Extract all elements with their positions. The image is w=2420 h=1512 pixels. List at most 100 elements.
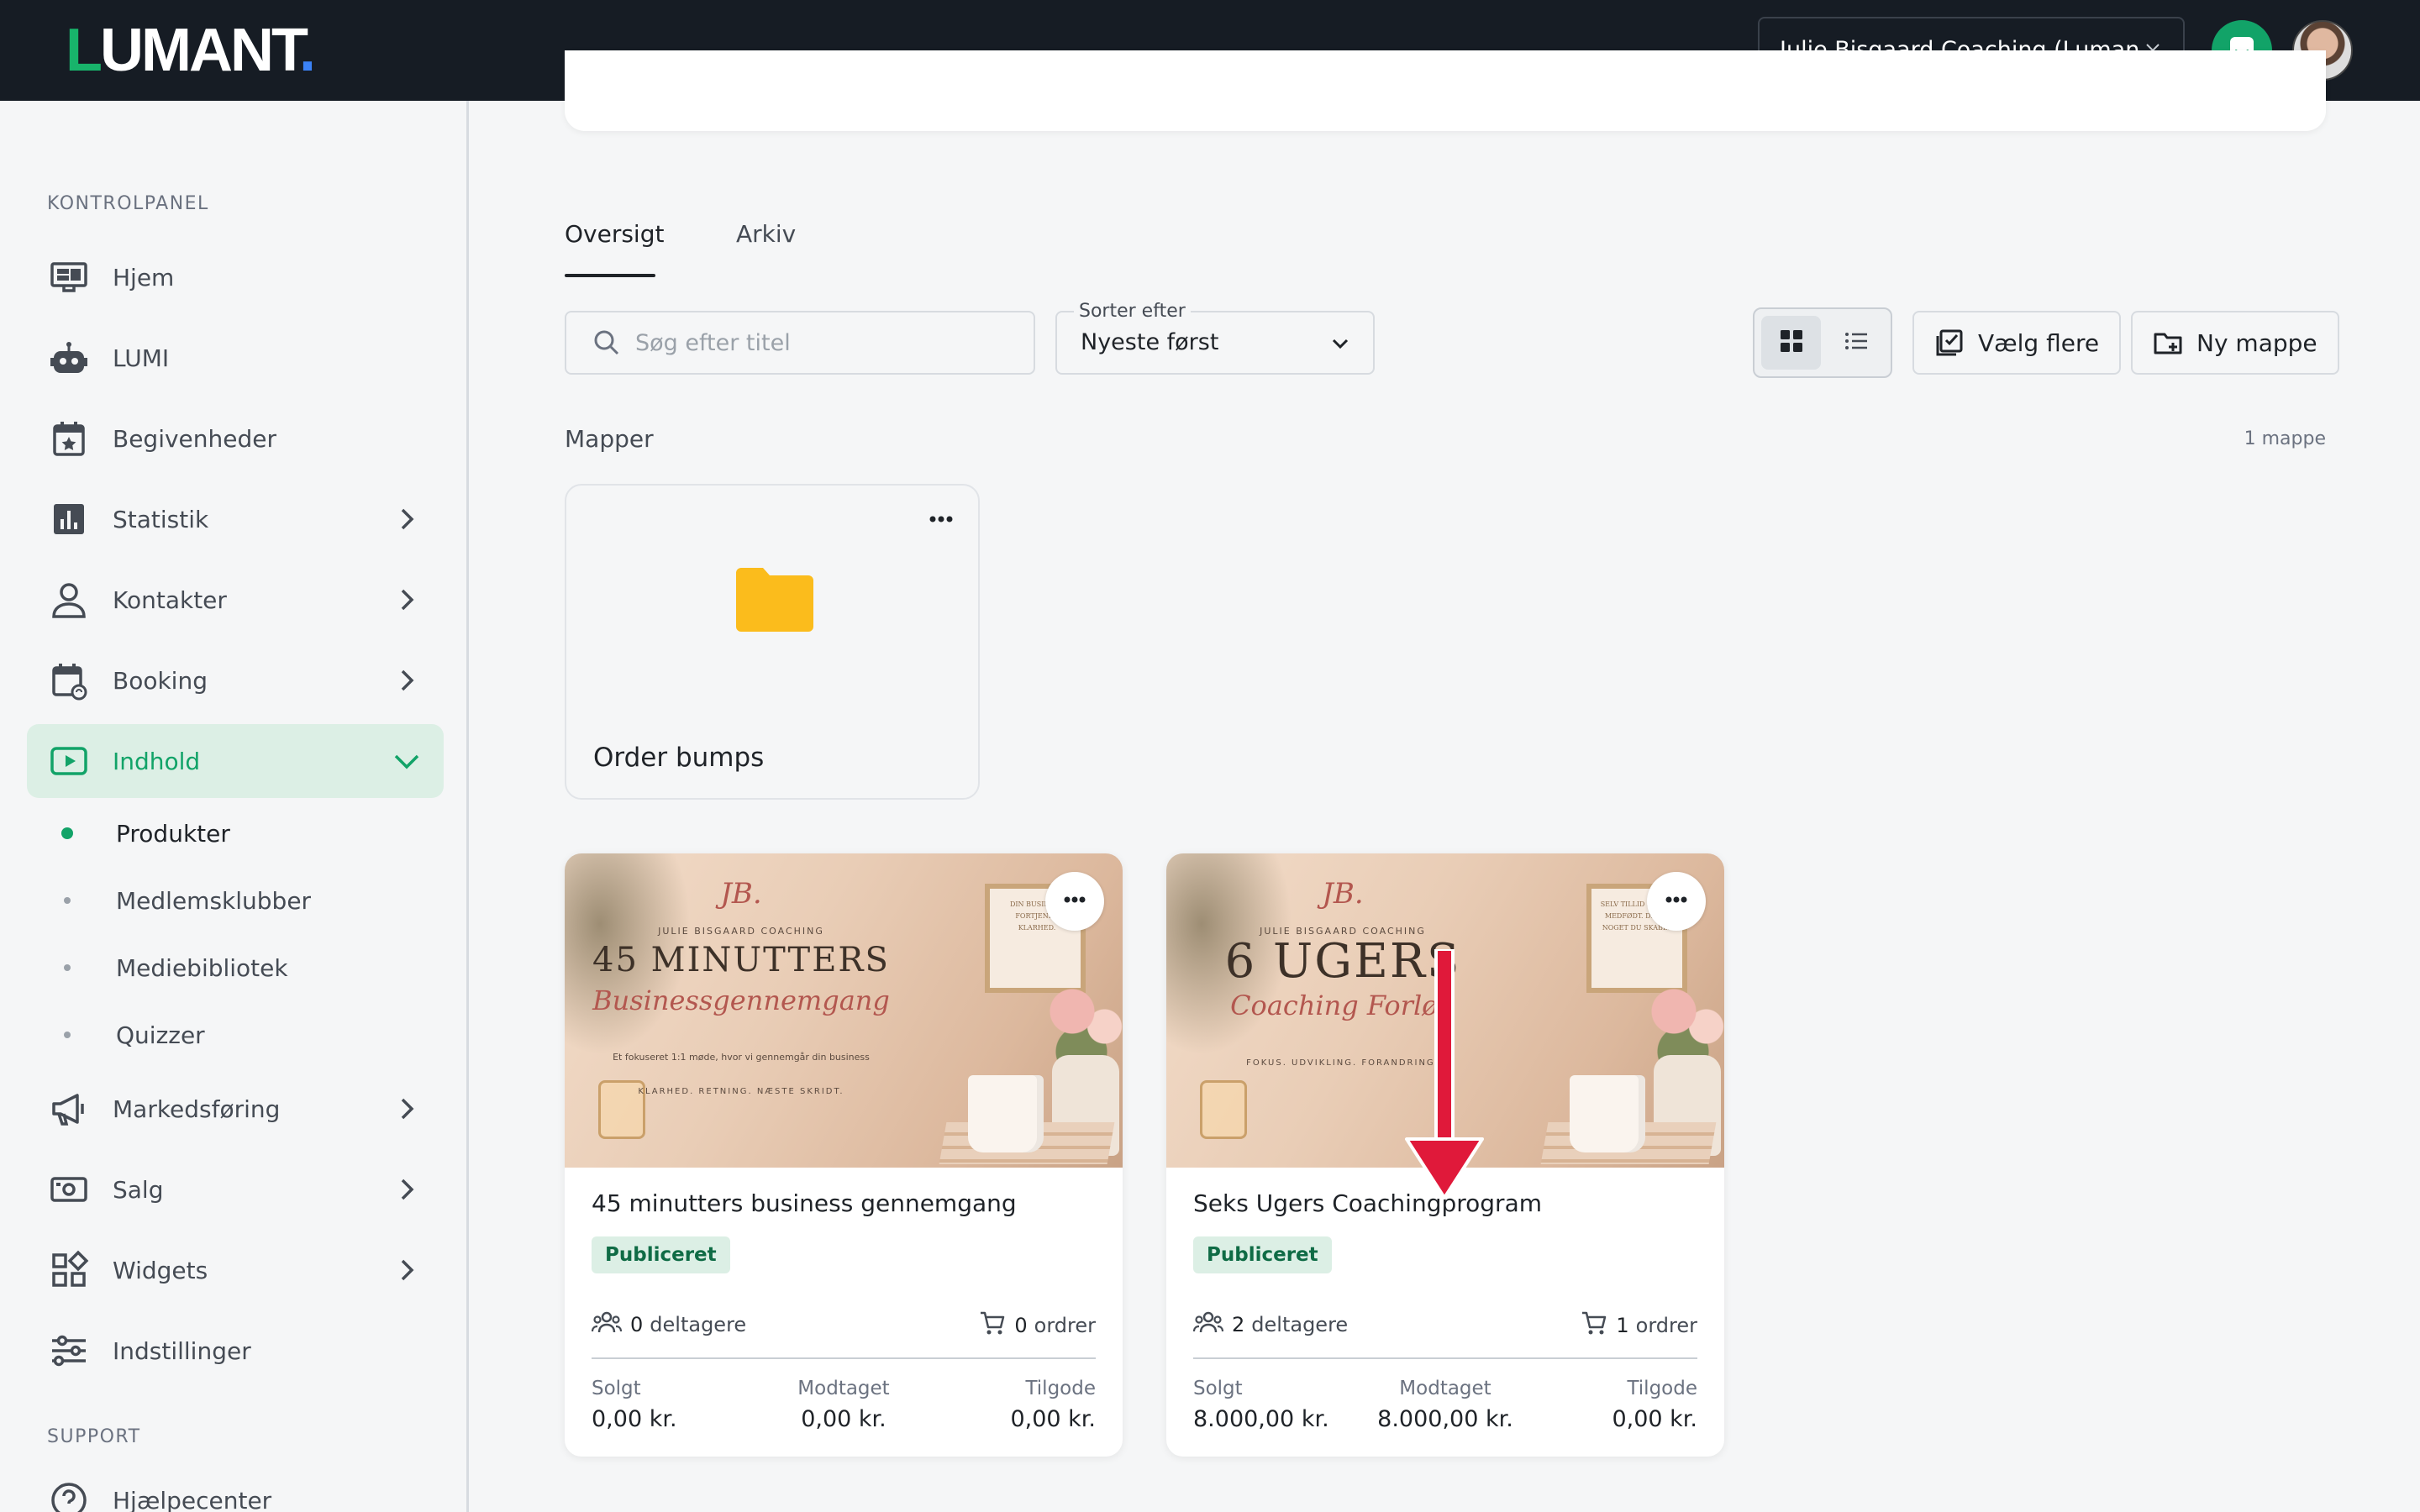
stats-card-partial <box>565 50 2326 131</box>
thumb-headline: 45 MINUTTERS <box>592 941 890 979</box>
sidebar-item-indstillinger[interactable]: Indstillinger <box>27 1314 444 1388</box>
sidebar-subitem-label: Mediebibliotek <box>116 953 288 982</box>
participants-stat: 2 deltagere <box>1192 1310 1349 1339</box>
sidebar-item-lumi[interactable]: LUMI <box>27 321 444 395</box>
sidebar-item-markedsforing[interactable]: Markedsføring <box>27 1072 444 1146</box>
chevron-right-icon <box>390 664 424 697</box>
active-bullet <box>61 827 73 839</box>
cart-icon <box>1581 1310 1607 1341</box>
grid-icon <box>1778 328 1805 358</box>
sidebar-item-salg[interactable]: Salg <box>27 1152 444 1226</box>
sidebar-item-label: Hjælpecenter <box>113 1486 272 1512</box>
new-folder-label: Ny mappe <box>2196 328 2317 357</box>
sliders-icon <box>45 1327 92 1374</box>
sidebar-item-booking[interactable]: Booking <box>27 643 444 717</box>
more-options-button[interactable] <box>1045 872 1104 931</box>
list-icon <box>1843 328 1870 358</box>
sidebar-item-label: Hjem <box>113 263 175 291</box>
product-title[interactable]: 45 minutters business gennemgang <box>592 1189 1017 1217</box>
received-value: 8.000,00 kr. <box>1377 1406 1513 1432</box>
sold-stat: Solgt 8.000,00 kr. <box>1193 1378 1329 1432</box>
sidebar-item-widgets[interactable]: Widgets <box>27 1233 444 1307</box>
sidebar-subitem-medlemsklubber[interactable]: Medlemsklubber <box>27 875 444 926</box>
thumb-tagline: Et fokuseret 1:1 møde, hvor vi gennemgår… <box>613 1052 870 1063</box>
users-icon <box>591 1310 623 1339</box>
product-title[interactable]: Seks Ugers Coachingprogram <box>1193 1189 1542 1217</box>
sidebar-item-begivenheder[interactable]: Begivenheder <box>27 402 444 475</box>
participants-count: 0 <box>630 1313 644 1336</box>
folder-icon <box>734 566 815 637</box>
participants-count: 2 <box>1232 1313 1245 1336</box>
search-box[interactable] <box>565 311 1035 375</box>
sidebar-item-indhold[interactable]: Indhold <box>27 724 444 798</box>
product-card[interactable]: JB. JULIE BISGAARD COACHING 45 MINUTTERS… <box>565 853 1123 1457</box>
logo-letter: L <box>66 17 103 84</box>
sort-label: Sorter efter <box>1074 301 1191 322</box>
product-thumbnail: JB. JULIE BISGAARD COACHING 45 MINUTTERS… <box>565 853 1123 1168</box>
widgets-icon <box>45 1247 92 1294</box>
search-input[interactable] <box>635 329 1022 356</box>
received-label: Modtaget <box>797 1378 890 1399</box>
select-multiple-button[interactable]: Vælg flere <box>1912 311 2122 375</box>
chevron-right-icon <box>390 583 424 617</box>
lumant-logo[interactable]: LUMANT. <box>66 17 316 84</box>
sidebar-item-hjaelpecenter[interactable]: Hjælpecenter <box>27 1463 444 1512</box>
participants-label: deltagere <box>650 1313 747 1336</box>
chevron-right-icon <box>390 1092 424 1126</box>
sidebar-subitem-mediebibliotek[interactable]: Mediebibliotek <box>27 942 444 993</box>
view-toggle <box>1753 307 1892 378</box>
due-label: Tilgode <box>1627 1378 1697 1399</box>
due-stat: Tilgode 0,00 kr. <box>1612 1378 1697 1432</box>
more-options-button[interactable] <box>1647 872 1706 931</box>
folder-card[interactable]: Order bumps <box>565 484 980 800</box>
divider <box>592 1357 1096 1359</box>
sort-select[interactable]: Sorter efter Nyeste først <box>1055 301 1375 375</box>
candle-illustration <box>1200 1080 1247 1139</box>
sold-value: 0,00 kr. <box>592 1406 677 1432</box>
more-options-icon[interactable] <box>923 501 960 541</box>
section-label-support: SUPPORT <box>47 1426 141 1447</box>
sidebar-subitem-label: Quizzer <box>116 1021 205 1049</box>
sidebar-subitem-label: Medlemsklubber <box>116 886 312 915</box>
received-label: Modtaget <box>1399 1378 1491 1399</box>
more-options-icon <box>1661 885 1691 918</box>
tab-oversigt[interactable]: Oversigt <box>565 220 664 248</box>
checkbox-multiple-icon <box>1934 328 1965 358</box>
sidebar-subitem-label: Produkter <box>116 819 230 848</box>
search-icon <box>592 328 622 358</box>
received-value: 0,00 kr. <box>801 1406 886 1432</box>
sidebar-subitem-quizzer[interactable]: Quizzer <box>27 1010 444 1060</box>
sold-value: 8.000,00 kr. <box>1193 1406 1329 1432</box>
sidebar-item-statistik[interactable]: Statistik <box>27 482 444 556</box>
sidebar-item-label: Booking <box>113 666 208 695</box>
orders-count: 0 <box>1014 1314 1028 1337</box>
orders-count: 1 <box>1616 1314 1629 1337</box>
logo-text: UMANT <box>99 17 302 84</box>
calendar-star-icon <box>45 415 92 462</box>
thumb-brand: JULIE BISGAARD COACHING <box>658 926 824 937</box>
chevron-down-icon <box>390 744 424 778</box>
list-view-button[interactable] <box>1826 316 1886 370</box>
bullet <box>64 897 71 904</box>
sold-label: Solgt <box>1193 1378 1243 1399</box>
divider <box>1193 1357 1697 1359</box>
folder-plus-icon <box>2153 328 2183 358</box>
thumb-tagline2: KLARHED. RETNING. NÆSTE SKRIDT. <box>638 1087 844 1096</box>
new-folder-button[interactable]: Ny mappe <box>2131 311 2339 375</box>
sidebar-item-kontakter[interactable]: Kontakter <box>27 563 444 637</box>
help-icon <box>45 1477 92 1512</box>
annotation-arrow-icon <box>1405 949 1484 1200</box>
monitor-icon <box>45 254 92 301</box>
grid-view-button[interactable] <box>1761 316 1821 370</box>
logo-dot: . <box>298 17 316 84</box>
chevron-right-icon <box>390 1253 424 1287</box>
active-tab-indicator <box>565 274 655 277</box>
sidebar-subitem-produkter[interactable]: Produkter <box>27 808 444 858</box>
participants-label: deltagere <box>1251 1313 1349 1336</box>
sidebar-item-hjem[interactable]: Hjem <box>27 240 444 314</box>
section-label-kontrolpanel: KONTROLPANEL <box>47 193 209 214</box>
orders-stat: 0 ordrer <box>979 1310 1096 1341</box>
sidebar-item-label: Statistik <box>113 505 209 533</box>
tab-arkiv[interactable]: Arkiv <box>736 220 796 248</box>
folders-count: 1 mappe <box>2244 428 2326 449</box>
